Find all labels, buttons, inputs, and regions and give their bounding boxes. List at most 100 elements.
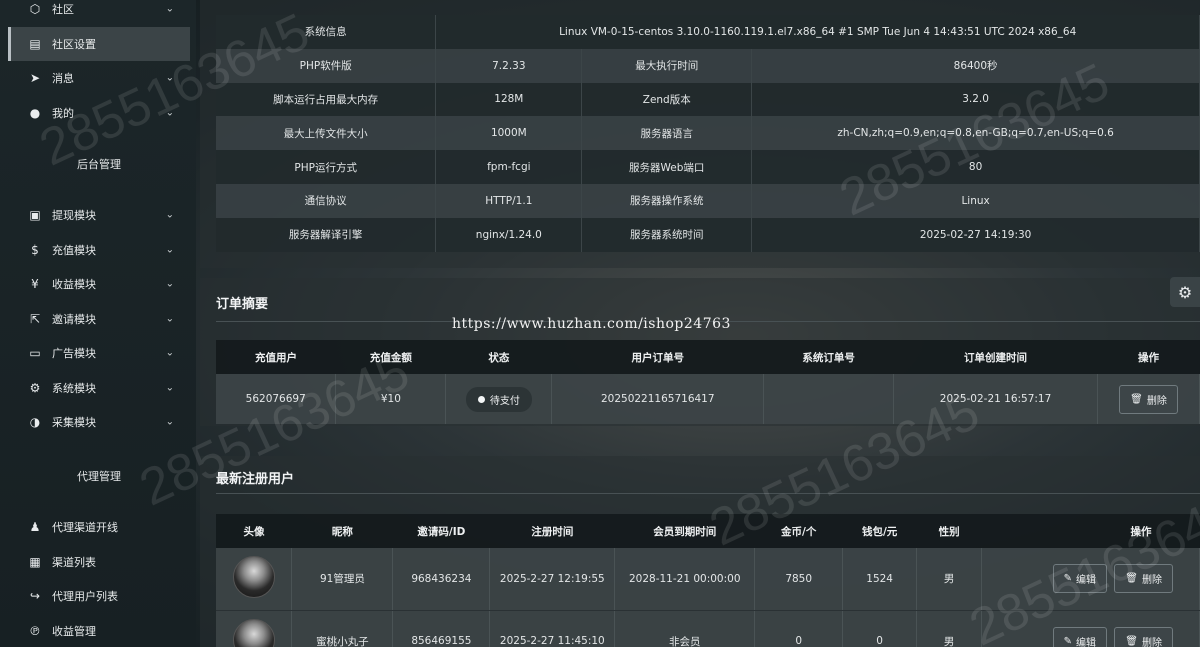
yen-icon: ¥ — [31, 277, 39, 292]
table-row: PHP运行方式 fpm-fcgi 服务器Web端口 80 — [216, 150, 1200, 184]
table-cell: 🗑 删除 — [1097, 374, 1200, 424]
send-icon: ➤ — [29, 71, 41, 86]
sidebar-item-ads[interactable]: ▭ 广告模块 ⌄ — [8, 336, 190, 371]
chevron-down-icon: ⌄ — [165, 313, 174, 325]
edit-icon: ✎ — [1063, 573, 1072, 585]
table-cell: 非会员 — [614, 610, 756, 647]
sidebar-item-label: 代理用户列表 — [52, 590, 118, 604]
document-icon: ▤ — [29, 36, 41, 51]
sidebar-item-system[interactable]: ⚙ 系统模块 ⌄ — [8, 371, 190, 406]
system-info-table: 系统信息 Linux VM-0-15-centos 3.10.0-1160.11… — [216, 15, 1200, 252]
sidebar-item-messages[interactable]: ➤ 消息 ⌄ — [8, 61, 190, 96]
edit-button[interactable]: ✎ 编辑 — [1052, 564, 1107, 594]
sidebar-item-label: 我的 — [52, 106, 74, 120]
sidebar-item-recharge[interactable]: $ 充值模块 ⌄ — [8, 233, 190, 268]
table-cell: 服务器语言 — [581, 116, 753, 151]
table-cell: 2025-2-27 11:45:10 — [489, 610, 616, 647]
table-row: 通信协议 HTTP/1.1 服务器操作系统 Linux — [216, 183, 1200, 218]
sidebar-item-agent-users[interactable]: ↪ 代理用户列表 — [8, 579, 190, 614]
column-header: 操作 — [1097, 340, 1200, 374]
table-cell: 服务器系统时间 — [581, 217, 753, 252]
sidebar-item-invite[interactable]: ⇱ 邀请模块 ⌄ — [8, 302, 190, 337]
table-cell: 待支付 — [445, 374, 553, 424]
table-cell: 80 — [751, 150, 1200, 184]
column-header: 用户订单号 — [551, 340, 764, 374]
table-cell: 7850 — [754, 548, 844, 611]
table-cell: 男 — [916, 548, 983, 611]
sidebar-item-withdraw[interactable]: ▣ 提现模块 ⌄ — [8, 198, 190, 233]
button-label: 编辑 — [1075, 575, 1096, 587]
column-header: 邀请码/ID — [392, 514, 490, 548]
sidebar-group-main: ⬡ 社区 ⌄ ▤ 社区设置 ➤ 消息 ⌄ ● 我的 ⌄ — [8, 0, 190, 132]
sidebar: ⬡ 社区 ⌄ ▤ 社区设置 ➤ 消息 ⌄ ● 我的 ⌄ 后台管理 ▣ 提现模块 … — [0, 0, 196, 647]
trash-icon: 🗑 — [1125, 573, 1138, 585]
edit-button[interactable]: ✎ 编辑 — [1052, 626, 1107, 647]
delete-button[interactable]: 🗑 删除 — [1114, 564, 1173, 594]
sidebar-item-earnings-manage[interactable]: ℗ 收益管理 — [8, 614, 190, 647]
table-cell: nginx/1.24.0 — [435, 217, 583, 252]
users-panel: 最新注册用户 头像 昵称 邀请码/ID 注册时间 会员到期时间 金币/个 钱包/… — [200, 456, 1200, 647]
sidebar-item-earnings[interactable]: ¥ 收益模块 ⌄ — [8, 267, 190, 302]
delete-button[interactable]: 🗑 删除 — [1119, 384, 1178, 414]
table-cell: 服务器操作系统 — [581, 183, 753, 218]
chevron-down-icon: ⌄ — [165, 382, 174, 394]
table-cell: 1000M — [435, 116, 583, 151]
table-cell: ✎ 编辑 🗑 删除 — [981, 610, 1200, 647]
sidebar-item-community[interactable]: ⬡ 社区 ⌄ — [8, 0, 190, 27]
sidebar-item-collect[interactable]: ◑ 采集模块 ⌄ — [8, 405, 190, 440]
cube-icon: ⬡ — [29, 2, 41, 17]
table-cell: Linux — [751, 183, 1200, 218]
chevron-down-icon: ⌄ — [165, 209, 174, 221]
table-cell — [216, 548, 293, 611]
monitor-icon: ▭ — [29, 346, 41, 361]
dollar-icon: $ — [31, 242, 39, 257]
table-row: 562076697 ¥10 待支付 20250221165716417 2025… — [216, 374, 1200, 424]
trash-icon: 🗑 — [1130, 393, 1143, 405]
table-cell: PHP运行方式 — [216, 150, 437, 184]
avatar — [232, 556, 275, 599]
table-row: 91管理员 968436234 2025-2-27 12:19:55 2028-… — [216, 548, 1200, 611]
reply-icon: ↪ — [29, 589, 41, 604]
dot-icon — [477, 395, 485, 403]
sidebar-item-label: 消息 — [52, 72, 74, 86]
table-cell: 20250221165716417 — [551, 374, 765, 424]
table-cell: 通信协议 — [216, 183, 437, 218]
column-header: 订单创建时间 — [893, 340, 1098, 374]
button-label: 删除 — [1146, 395, 1167, 407]
status-label: 待支付 — [489, 395, 520, 407]
sidebar-item-label: 收益管理 — [52, 624, 96, 638]
chevron-down-icon: ⌄ — [165, 278, 174, 290]
sidebar-item-channel-list[interactable]: ▦ 渠道列表 — [8, 545, 190, 580]
money-icon: ▣ — [29, 208, 41, 223]
table-cell: 男 — [916, 610, 983, 647]
table-cell: 1524 — [842, 548, 918, 611]
settings-gear-button[interactable]: ⚙ — [1170, 277, 1200, 307]
table-row: 蜜桃小丸子 856469155 2025-2-27 11:45:10 非会员 0… — [216, 610, 1200, 647]
users-table: 头像 昵称 邀请码/ID 注册时间 会员到期时间 金币/个 钱包/元 性别 操作… — [216, 514, 1200, 647]
sidebar-group-admin: ▣ 提现模块 ⌄ $ 充值模块 ⌄ ¥ 收益模块 ⌄ ⇱ 邀请模块 ⌄ ▭ 广告… — [8, 188, 190, 450]
column-header: 金币/个 — [754, 514, 843, 548]
overlay-url-text: https://www.huzhan.com/ishop24763 — [452, 316, 731, 332]
edit-icon: ✎ — [1063, 635, 1072, 647]
button-label: 删除 — [1142, 637, 1162, 647]
chevron-down-icon: ⌄ — [165, 347, 174, 359]
table-cell: 2028-11-21 00:00:00 — [614, 548, 756, 611]
column-header: 会员到期时间 — [614, 514, 755, 548]
sidebar-item-agent-channel-open[interactable]: ♟ 代理渠道开线 — [8, 510, 190, 545]
sidebar-item-label: 系统模块 — [52, 381, 96, 395]
sidebar-item-label: 充值模块 — [52, 243, 96, 257]
column-header: 钱包/元 — [842, 514, 917, 548]
table-cell: ✎ 编辑 🗑 删除 — [981, 548, 1200, 611]
table-cell: 856469155 — [392, 610, 491, 647]
table-row: PHP软件版 7.2.33 最大执行时间 86400秒 — [216, 48, 1200, 83]
table-row: 最大上传文件大小 1000M 服务器语言 zh-CN,zh;q=0.9,en;q… — [216, 116, 1200, 151]
sidebar-item-label: 收益模块 — [52, 278, 96, 292]
table-cell: 2025-2-27 12:19:55 — [489, 548, 616, 611]
delete-button[interactable]: 🗑 删除 — [1114, 626, 1173, 647]
status-badge: 待支付 — [465, 386, 532, 412]
sidebar-item-mine[interactable]: ● 我的 ⌄ — [8, 96, 190, 131]
share-icon: ⇱ — [29, 311, 41, 326]
sidebar-item-community-settings[interactable]: ▤ 社区设置 — [8, 26, 190, 61]
column-header: 昵称 — [291, 514, 393, 548]
table-cell: 脚本运行占用最大内存 — [216, 82, 437, 117]
